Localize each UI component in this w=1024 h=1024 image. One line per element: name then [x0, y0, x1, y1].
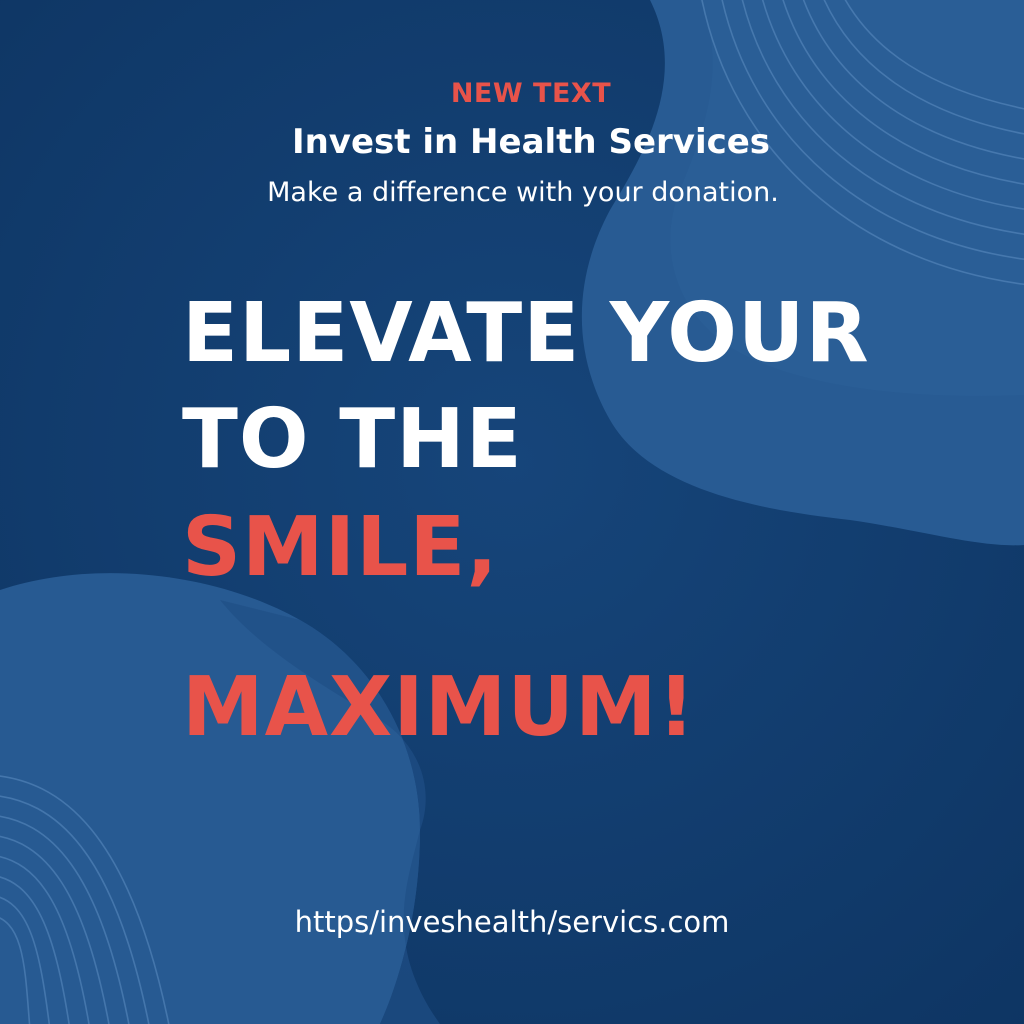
headline-line-4: MAXIMUM! [182, 660, 696, 755]
poster: NEW TEXT Invest in Health Services Make … [0, 0, 1024, 1024]
headline-line-3: SMILE, [182, 500, 499, 595]
headline-line-2: TO THE [182, 392, 523, 487]
poster-subtitle: Make a difference with your donation. [267, 177, 779, 208]
website-url: https/inveshealth/servics.com [294, 905, 730, 939]
headline-line-1: ELEVATE YOUR [182, 286, 870, 381]
eyebrow-label: NEW TEXT [450, 78, 612, 109]
poster-title: Invest in Health Services [291, 122, 771, 162]
text-layer: NEW TEXT Invest in Health Services Make … [0, 0, 1024, 1024]
